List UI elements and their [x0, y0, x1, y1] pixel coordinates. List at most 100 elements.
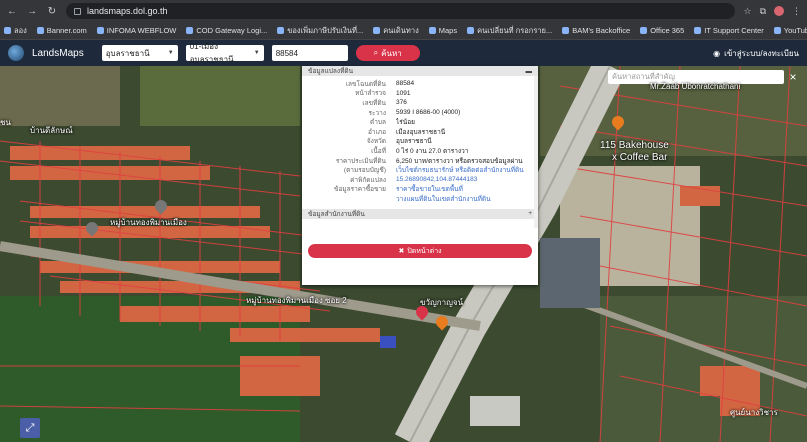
info-row-key: ข้อมูลราคาซื้อขาย	[334, 186, 386, 194]
bookmark-item[interactable]: คนเปลี่ยนที่ กรอกราย...	[467, 25, 552, 37]
bookmark-label: Office 365	[650, 26, 685, 35]
info-row-value[interactable]: ราคาซื้อขายในเขตพื้นที่	[396, 184, 538, 194]
search-button[interactable]: ⌕ ค้นหา	[355, 45, 420, 61]
info-row-value[interactable]: วางแผนที่ดินในเขตสำนักงานที่ดิน	[396, 194, 538, 204]
poi-bakehouse-line1[interactable]: 115 Bakehouse	[600, 140, 669, 151]
info-row-key: หน้าสำรวจ	[355, 90, 386, 98]
user-icon: ◉	[713, 48, 721, 58]
chevron-down-icon: ▼	[253, 50, 260, 56]
info-row-value[interactable]: เว็บไซต์กรมธนารักษ์ หรือติดต่อสำนักงานที…	[396, 165, 538, 175]
info-row-value: 6,250 บาท/ตารางวา หรือตรวจสอบข้อมูลผ่าน	[396, 157, 523, 165]
bookmark-label: Banner.com	[46, 26, 87, 35]
star-icon[interactable]: ☆	[743, 6, 751, 17]
menu-icon[interactable]: ⋮	[792, 6, 801, 17]
bookmark-favicon-icon	[640, 27, 648, 34]
parcel-info-header[interactable]: ข้อมูลแปลงที่ดิน ▬	[302, 66, 538, 76]
info-row: ค่าพิกัดแปลง 15.26890842,104.87444183	[302, 175, 538, 185]
login-link[interactable]: ◉ เข้าสู่ระบบ/ลงทะเบียน	[713, 47, 799, 60]
forward-icon[interactable]: →	[26, 6, 38, 17]
land-office-header[interactable]: ข้อมูลสำนักงานที่ดิน +	[302, 208, 538, 219]
close-icon: ✖	[398, 248, 405, 255]
poi-bakehouse-line2[interactable]: x Coffee Bar	[612, 152, 667, 163]
info-row: วางแผนที่ดินในเขตสำนักงานที่ดิน	[302, 194, 538, 204]
plus-icon[interactable]: +	[528, 210, 532, 217]
login-label: เข้าสู่ระบบ/ลงทะเบียน	[724, 48, 799, 58]
info-row-value: 376	[396, 99, 407, 107]
bookmark-label: คนเปลี่ยนที่ กรอกราย...	[477, 25, 553, 35]
bookmark-favicon-icon	[562, 27, 570, 34]
info-row-key: ตำบล	[370, 119, 386, 127]
bookmark-item[interactable]: COD Gateway Logi...	[186, 26, 267, 35]
info-row: เลขที่ดิน 376	[302, 98, 538, 108]
info-row-key: ค่าพิกัดแปลง	[350, 176, 386, 184]
bookmark-label: COD Gateway Logi...	[196, 26, 268, 35]
info-row: ระวาง 5939 I 8686-00 (4000)	[302, 108, 538, 118]
profile-avatar[interactable]	[774, 5, 784, 16]
bookmark-item[interactable]: Office 365	[640, 26, 684, 35]
info-row: เลขโฉนดที่ดิน 88584	[302, 79, 538, 89]
reload-icon[interactable]: ↻	[46, 6, 58, 17]
info-row-value: 88584	[396, 80, 415, 88]
parcel-info-rows: เลขโฉนดที่ดิน 88584 หน้าสำรวจ 1091 เลขที่ดิน…	[302, 76, 538, 207]
info-row-key: เลขที่ดิน	[362, 99, 386, 107]
bookmark-favicon-icon	[277, 27, 285, 34]
poi-left-area: บ้านดีลักษณ์	[30, 126, 73, 135]
info-row-value: เมืองอุบลราชธานี	[396, 128, 446, 136]
parcel-number-input[interactable]: 88584	[271, 45, 348, 61]
poi-edge-left: ชน	[0, 118, 11, 127]
bookmark-item[interactable]: BAM's Backoffice	[562, 26, 630, 35]
info-row-value: 5939 I 8686-00 (4000)	[396, 109, 461, 117]
back-icon[interactable]: ←	[6, 6, 18, 17]
bookmark-item[interactable]: ของเพิ่มภาษีปรับเงินที่...	[277, 25, 363, 37]
close-window-button[interactable]: ✖ ปิดหน้าต่าง	[308, 244, 532, 258]
land-office-title: ข้อมูลสำนักงานที่ดิน	[308, 210, 365, 218]
info-row-key: จังหวัด	[366, 138, 386, 146]
bookmark-favicon-icon	[773, 27, 781, 34]
info-row: อำเภอ เมืองอุบลราชธานี	[302, 127, 538, 137]
bookmark-favicon-icon	[96, 27, 104, 34]
search-icon: ⌕	[373, 48, 379, 57]
chevron-down-icon: ▼	[167, 50, 174, 56]
info-row-key: ระวาง	[368, 109, 386, 117]
panel-scrollbar[interactable]	[534, 76, 538, 228]
url-text: landsmaps.dol.go.th	[87, 6, 168, 16]
district-select[interactable]: 01-เมืองอุบลราชธานี ▼	[185, 42, 264, 64]
bookmark-item[interactable]: คนเดินทาง	[373, 25, 419, 37]
parcel-info-panel: ข้อมูลแปลงที่ดิน ▬ เลขโฉนดที่ดิน 88584 หน้…	[302, 66, 538, 285]
bookmark-favicon-icon	[186, 27, 194, 34]
info-row-key: (ตามรอบบัญชี)	[343, 167, 386, 175]
bookmark-label: ของเพิ่มภาษีปรับเงินที่...	[287, 25, 364, 35]
measure-tool-icon[interactable]: ⤢	[20, 418, 40, 438]
extensions-icon[interactable]: ⧉	[760, 6, 766, 17]
bookmarks-bar: ลอง Banner.com INFOMA WEBFLOW COD Gateway L…	[0, 22, 807, 40]
poi-bottom-right: ศูนย์นางวิชาร	[730, 408, 778, 417]
poi-village-2: หมู่บ้านทองพิมานเมือง ซอย 2	[246, 296, 347, 305]
bookmark-favicon-icon	[4, 27, 11, 34]
province-value: อุบลราชธานี	[105, 48, 150, 58]
poi-village-1: หมู่บ้านทองพิมานเมือง	[110, 218, 187, 227]
bookmark-item[interactable]: Banner.com	[36, 26, 87, 35]
collapse-icon[interactable]: ▬	[526, 68, 533, 75]
info-row-value: อุบลราชธานี	[396, 138, 432, 146]
poi-mr-zaab[interactable]: Mr.Zaab Ubonratchathani	[650, 82, 740, 91]
bookmark-label: INFOMA WEBFLOW	[106, 26, 177, 35]
close-window-label: ปิดหน้าต่าง	[407, 247, 442, 255]
info-row-key: เลขโฉนดที่ดิน	[345, 80, 386, 88]
close-icon[interactable]: ×	[786, 70, 800, 84]
bookmark-favicon-icon	[467, 27, 475, 34]
bookmark-favicon-icon	[373, 27, 381, 34]
province-select[interactable]: อุบลราชธานี ▼	[101, 45, 178, 61]
info-row: ข้อมูลราคาซื้อขาย ราคาซื้อขายในเขตพื้นที่	[302, 185, 538, 195]
address-bar[interactable]: landsmaps.dol.go.th	[66, 3, 736, 19]
bookmark-item[interactable]: YouTube	[773, 26, 807, 35]
bookmark-label: IT Support Center	[704, 26, 764, 35]
bookmark-item[interactable]: ลอง	[4, 25, 27, 37]
browser-toolbar: ← → ↻ landsmaps.dol.go.th ☆ ⧉ ⋮	[0, 0, 807, 22]
bookmark-item[interactable]: Maps	[428, 26, 458, 35]
info-row-key: ราคาประเมินที่ดิน	[335, 157, 386, 165]
info-row-value[interactable]: 15.26890842,104.87444183	[396, 176, 538, 183]
info-row-value: 0 ไร่ 0 งาน 27.0 ตารางวา	[396, 147, 469, 155]
bookmark-label: Maps	[438, 26, 458, 35]
bookmark-item[interactable]: IT Support Center	[694, 26, 764, 35]
bookmark-item[interactable]: INFOMA WEBFLOW	[96, 26, 177, 35]
